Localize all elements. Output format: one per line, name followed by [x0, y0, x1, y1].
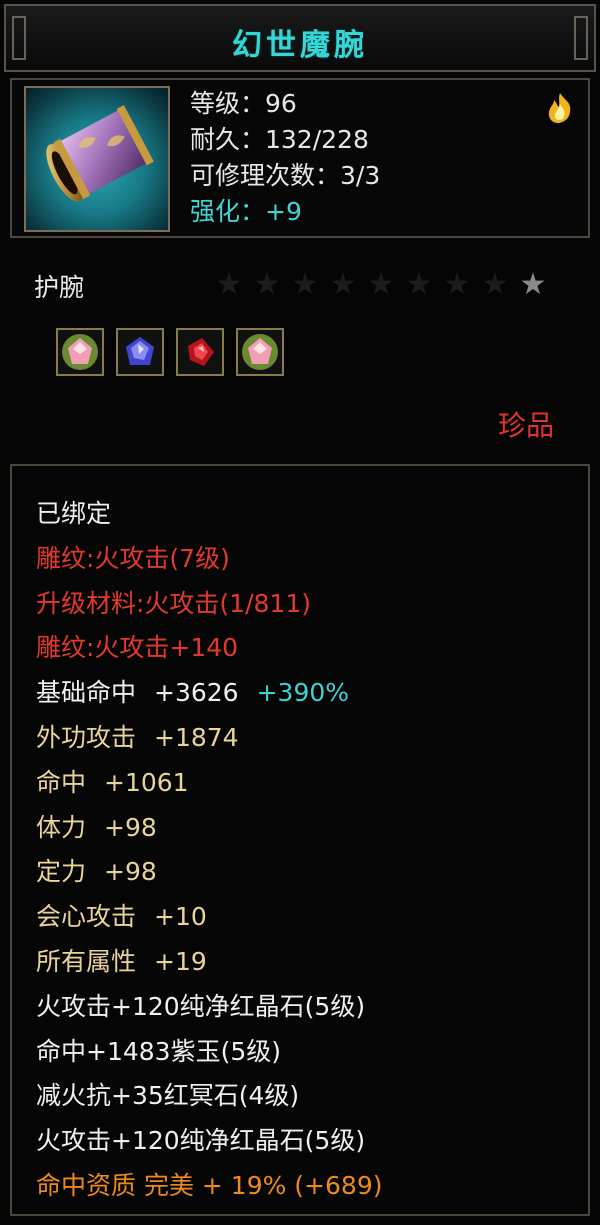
external-attack-value: +1874: [154, 722, 239, 752]
gem-slot-2[interactable]: [116, 328, 164, 376]
engrave-line: 雕纹:火攻击(7级): [36, 543, 230, 573]
hit-line: 命中 +1061: [36, 761, 382, 806]
base-hit-percent: +390%: [256, 678, 350, 708]
hit-label: 命中: [36, 767, 87, 797]
attribute-list: 已绑定 雕纹:火攻击(7级) 升级材料:火攻击(1/811) 雕纹:火攻击+14…: [36, 492, 382, 1209]
bound-status: 已绑定: [36, 499, 112, 528]
gem-slots: [56, 328, 284, 376]
rarity-label: 珍品: [497, 409, 554, 442]
gem-bonus-1: 火攻击+120纯净红晶石(5级): [36, 991, 366, 1021]
stamina-label: 体力: [36, 812, 87, 842]
all-attributes-line: 所有属性 +19: [36, 940, 382, 985]
base-hit-value: +3626: [154, 678, 239, 708]
star-icon: ★: [443, 267, 471, 302]
upgrade-material-line: 升级材料:火攻击(1/811): [36, 588, 311, 618]
gem-bonus-2: 命中+1483紫玉(5级): [36, 1036, 281, 1066]
star-icon: ★: [481, 267, 509, 302]
gem-slot-3[interactable]: [176, 328, 224, 376]
all-attributes-value: +19: [154, 946, 207, 976]
star-rating: ★ ★ ★ ★ ★ ★ ★ ★ ★: [212, 268, 550, 302]
item-enhance-level: 强化：+9: [190, 197, 302, 226]
external-attack-label: 外功攻击: [36, 722, 137, 752]
external-attack-line: 外功攻击 +1874: [36, 716, 382, 761]
hit-value: +1061: [104, 767, 189, 797]
gem-slot-4[interactable]: [236, 328, 284, 376]
base-hit-label: 基础命中: [36, 678, 137, 708]
bracer-icon: [24, 86, 170, 232]
item-stats: 等级：96 耐久：132/228 可修理次数：3/3 强化：+9: [190, 86, 380, 230]
gem-bonus-3: 减火抗+35红冥石(4级): [36, 1081, 300, 1111]
red-gem-icon: [188, 338, 214, 366]
stamina-value: +98: [104, 812, 157, 842]
item-level: 等级：96: [190, 89, 297, 118]
focus-line: 定力 +98: [36, 850, 382, 895]
star-icon: ★: [291, 267, 319, 302]
star-icon: ★: [519, 267, 547, 302]
gem-slot-1[interactable]: [56, 328, 104, 376]
focus-label: 定力: [36, 857, 87, 887]
pink-gem-icon: [242, 334, 278, 370]
all-attributes-label: 所有属性: [36, 946, 137, 976]
gem-bonus-4: 火攻击+120纯净红晶石(5级): [36, 1126, 366, 1156]
title-bar: 幻世魔腕: [4, 4, 596, 72]
attribute-panel: 已绑定 雕纹:火攻击(7级) 升级材料:火攻击(1/811) 雕纹:火攻击+14…: [10, 464, 590, 1216]
item-title: 幻世魔腕: [232, 28, 368, 63]
purple-gem-icon: [126, 337, 154, 365]
focus-value: +98: [104, 857, 157, 887]
engrave-bonus-line: 雕纹:火攻击+140: [36, 633, 239, 663]
star-icon: ★: [329, 267, 357, 302]
star-icon: ★: [253, 267, 281, 302]
item-header-panel: 等级：96 耐久：132/228 可修理次数：3/3 强化：+9: [10, 78, 590, 238]
stamina-line: 体力 +98: [36, 806, 382, 851]
item-repair-count: 可修理次数：3/3: [190, 161, 381, 190]
base-hit-line: 基础命中 +3626 +390%: [36, 671, 382, 716]
item-type: 护腕: [34, 273, 85, 302]
item-tooltip: 幻世魔腕 等级：96 耐久：132/228 可修理次数：3/3 强化：+9 护腕…: [0, 0, 600, 1225]
crit-label: 会心攻击: [36, 902, 137, 932]
star-icon: ★: [367, 267, 395, 302]
hit-quality-line: 命中资质 完美 + 19% (+689): [36, 1170, 383, 1200]
crit-value: +10: [154, 902, 207, 932]
fire-element-icon: [542, 90, 578, 126]
pink-gem-icon: [62, 334, 98, 370]
item-durability: 耐久：132/228: [190, 125, 369, 154]
star-icon: ★: [215, 267, 243, 302]
star-icon: ★: [405, 267, 433, 302]
crit-line: 会心攻击 +10: [36, 895, 382, 940]
